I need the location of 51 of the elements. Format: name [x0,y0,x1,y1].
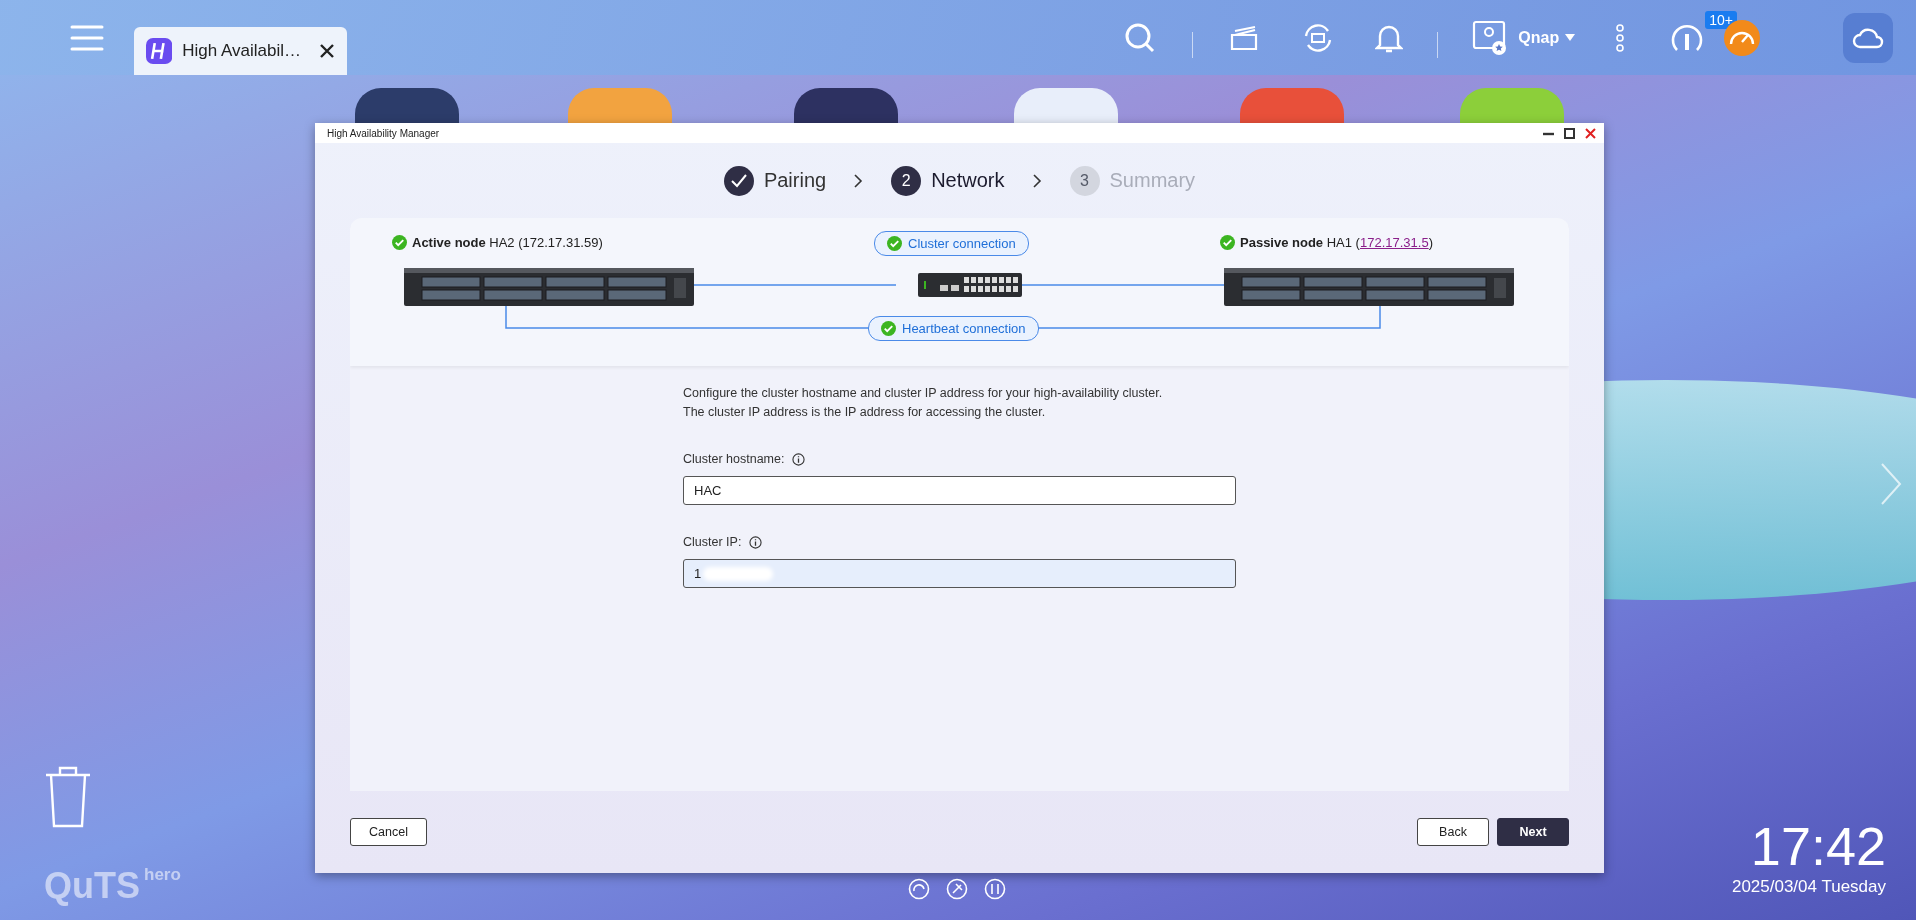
check-icon [1220,235,1235,250]
ip-link[interactable]: 172.17.31.5 [1359,235,1429,250]
user-icon[interactable] [1472,19,1509,56]
chevron-right-icon [854,173,864,188]
description-text: Configure the cluster hostname and cluster IP address for your high-availability cluster. [683,385,1164,402]
check-icon [881,321,896,336]
description-text: The cluster IP address is the IP address for accessing the cluster. [683,404,1047,421]
logo-text: QuTS [44,865,140,907]
step-label: Network [931,169,1005,192]
input-field[interactable]: 1 [683,559,1236,588]
step-label: Summary [1109,169,1196,192]
logo-text: hero [144,865,181,885]
chevron-right-icon[interactable] [1880,462,1902,506]
clock-date: 2025/03/04 Tuesday [1731,877,1886,897]
chevron-right-icon [1032,173,1042,188]
node-label: Active node HA2 (172.17.31.59) [412,235,603,250]
dock-icon[interactable] [984,878,1006,900]
tab-title: High Availabil… [182,41,301,61]
dock-icon[interactable] [946,878,968,900]
close-icon[interactable] [319,43,335,59]
step-label: Pairing [763,169,827,192]
step-number: 2 [891,165,922,196]
search-icon[interactable] [1124,21,1157,54]
input-field[interactable]: HAC [683,476,1236,505]
connection-label: Cluster connection [874,231,1029,256]
clock-time: 17:42 [1750,815,1886,877]
caret-icon [1565,34,1576,41]
field-label: Cluster IP: [683,535,742,549]
window-title: High Availability Manager [327,127,440,139]
field-label: Cluster hostname: [683,452,785,466]
maximize-icon[interactable] [1564,127,1575,139]
app-icon[interactable] [1014,88,1118,123]
cloud-icon[interactable] [1843,12,1893,63]
wizard-button[interactable]: Next [1497,818,1569,846]
connection-label: Heartbeat connection [868,316,1039,341]
app-logo-icon [146,36,173,66]
dock-icon[interactable] [908,878,930,900]
app-icon[interactable] [794,88,898,123]
info-icon[interactable] [792,452,806,466]
step-number: 3 [1069,165,1100,196]
node-label: Passive node HA1 (172.17.31.5) [1240,235,1433,250]
info-icon[interactable] [749,535,763,549]
check-icon [887,236,902,251]
wizard-button[interactable]: Back [1417,818,1489,846]
check-icon [392,235,407,250]
app-tab[interactable]: High Availabil… [134,27,347,75]
check-icon [730,173,747,188]
card-stack-icon[interactable] [1229,24,1260,51]
wizard-button[interactable]: Cancel [350,818,427,846]
app-icon[interactable] [355,88,459,123]
more-icon[interactable] [1615,23,1626,52]
